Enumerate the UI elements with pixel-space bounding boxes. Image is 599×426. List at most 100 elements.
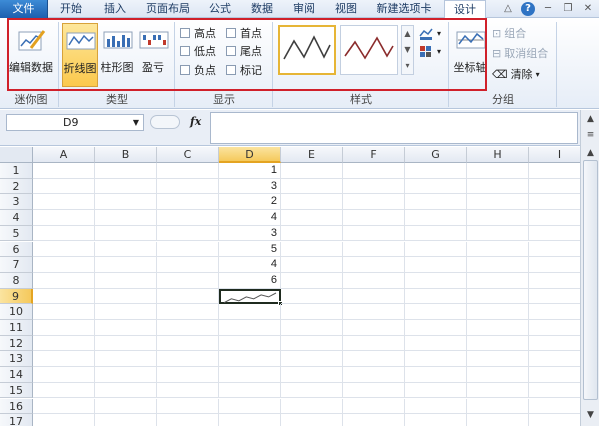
name-box[interactable]: D9: [6, 114, 144, 131]
tab-page-layout[interactable]: 页面布局: [140, 0, 196, 18]
cell-a6[interactable]: [33, 241, 95, 258]
cell-e6[interactable]: [281, 241, 343, 258]
cell-f5[interactable]: [343, 225, 405, 242]
row-header-16[interactable]: 16: [0, 398, 33, 415]
cell-d12[interactable]: [219, 335, 281, 352]
column-header-f[interactable]: F: [343, 147, 405, 163]
scroll-down-icon[interactable]: ▼: [583, 408, 598, 422]
cell-h9[interactable]: [467, 288, 529, 305]
cell-i17[interactable]: [529, 414, 580, 426]
cell-i3[interactable]: [529, 194, 580, 211]
cell-h1[interactable]: [467, 163, 529, 179]
cell-c15[interactable]: [157, 382, 219, 399]
scroll-split-icon[interactable]: ≡: [583, 128, 598, 142]
cell-f7[interactable]: [343, 257, 405, 273]
row-header-4[interactable]: 4: [0, 210, 33, 226]
cell-h15[interactable]: [467, 382, 529, 399]
cell-h16[interactable]: [467, 398, 529, 415]
cell-a4[interactable]: [33, 210, 95, 226]
cell-a15[interactable]: [33, 382, 95, 399]
cell-a1[interactable]: [33, 163, 95, 179]
cell-h17[interactable]: [467, 414, 529, 426]
cell-i10[interactable]: [529, 304, 580, 320]
cell-f12[interactable]: [343, 335, 405, 352]
cell-i11[interactable]: [529, 320, 580, 336]
cell-b3[interactable]: [95, 194, 157, 211]
cell-c3[interactable]: [157, 194, 219, 211]
cell-h5[interactable]: [467, 225, 529, 242]
row-header-13[interactable]: 13: [0, 351, 33, 368]
cell-c14[interactable]: [157, 367, 219, 383]
cell-g16[interactable]: [405, 398, 467, 415]
cell-c12[interactable]: [157, 335, 219, 352]
cell-b15[interactable]: [95, 382, 157, 399]
cell-a10[interactable]: [33, 304, 95, 320]
help-icon[interactable]: ?: [521, 2, 535, 16]
cell-f14[interactable]: [343, 367, 405, 383]
cell-h4[interactable]: [467, 210, 529, 226]
cell-d17[interactable]: [219, 414, 281, 426]
tab-review[interactable]: 审阅: [286, 0, 322, 18]
cell-g1[interactable]: [405, 163, 467, 179]
cell-g8[interactable]: [405, 272, 467, 289]
cell-d13[interactable]: [219, 351, 281, 368]
cell-a8[interactable]: [33, 272, 95, 289]
cell-i9[interactable]: [529, 289, 580, 305]
cell-g3[interactable]: [405, 194, 467, 211]
cell-c7[interactable]: [157, 257, 219, 273]
cell-b2[interactable]: [95, 178, 157, 195]
close-icon[interactable]: ✕: [581, 2, 595, 16]
cell-h10[interactable]: [467, 304, 529, 320]
cell-g17[interactable]: [405, 414, 467, 426]
cell-d1[interactable]: 1: [219, 163, 281, 179]
cell-h12[interactable]: [467, 335, 529, 352]
active-cell-sparkline[interactable]: [219, 288, 283, 307]
cell-d5[interactable]: 3: [219, 225, 281, 242]
cell-b7[interactable]: [95, 257, 157, 273]
tab-home[interactable]: 开始: [52, 0, 90, 18]
row-header-1[interactable]: 1: [0, 163, 33, 179]
scroll-up-icon[interactable]: ▲: [583, 112, 598, 126]
cell-f6[interactable]: [343, 241, 405, 258]
cell-b8[interactable]: [95, 272, 157, 289]
cell-e10[interactable]: [281, 304, 343, 320]
cell-h7[interactable]: [467, 257, 529, 273]
cell-f3[interactable]: [343, 194, 405, 211]
cell-a11[interactable]: [33, 320, 95, 336]
cell-c11[interactable]: [157, 320, 219, 336]
cell-b17[interactable]: [95, 414, 157, 426]
row-header-5[interactable]: 5: [0, 225, 33, 242]
cell-d2[interactable]: 3: [219, 178, 281, 195]
tab-file[interactable]: 文件: [0, 0, 48, 18]
cell-f1[interactable]: [343, 163, 405, 179]
cell-i14[interactable]: [529, 367, 580, 383]
row-header-6[interactable]: 6: [0, 241, 33, 258]
cell-h6[interactable]: [467, 241, 529, 258]
cell-e7[interactable]: [281, 257, 343, 273]
cell-d3[interactable]: 2: [219, 194, 281, 211]
cell-f8[interactable]: [343, 272, 405, 289]
cell-e8[interactable]: [281, 272, 343, 289]
cell-e14[interactable]: [281, 367, 343, 383]
cell-f2[interactable]: [343, 178, 405, 195]
row-header-8[interactable]: 8: [0, 272, 33, 289]
cell-e16[interactable]: [281, 398, 343, 415]
cell-c10[interactable]: [157, 304, 219, 320]
cell-d11[interactable]: [219, 320, 281, 336]
cell-f11[interactable]: [343, 320, 405, 336]
tab-formulas[interactable]: 公式: [202, 0, 238, 18]
cell-a17[interactable]: [33, 414, 95, 426]
cell-b14[interactable]: [95, 367, 157, 383]
cell-f10[interactable]: [343, 304, 405, 320]
tab-view[interactable]: 视图: [328, 0, 364, 18]
cell-a5[interactable]: [33, 225, 95, 242]
cell-e12[interactable]: [281, 335, 343, 352]
cell-i4[interactable]: [529, 210, 580, 226]
cell-i7[interactable]: [529, 257, 580, 273]
cell-e9[interactable]: [281, 288, 343, 305]
cell-c2[interactable]: [157, 178, 219, 195]
cell-i1[interactable]: [529, 163, 580, 179]
column-header-i[interactable]: I: [529, 147, 580, 163]
cell-h2[interactable]: [467, 178, 529, 195]
cell-i13[interactable]: [529, 351, 580, 368]
